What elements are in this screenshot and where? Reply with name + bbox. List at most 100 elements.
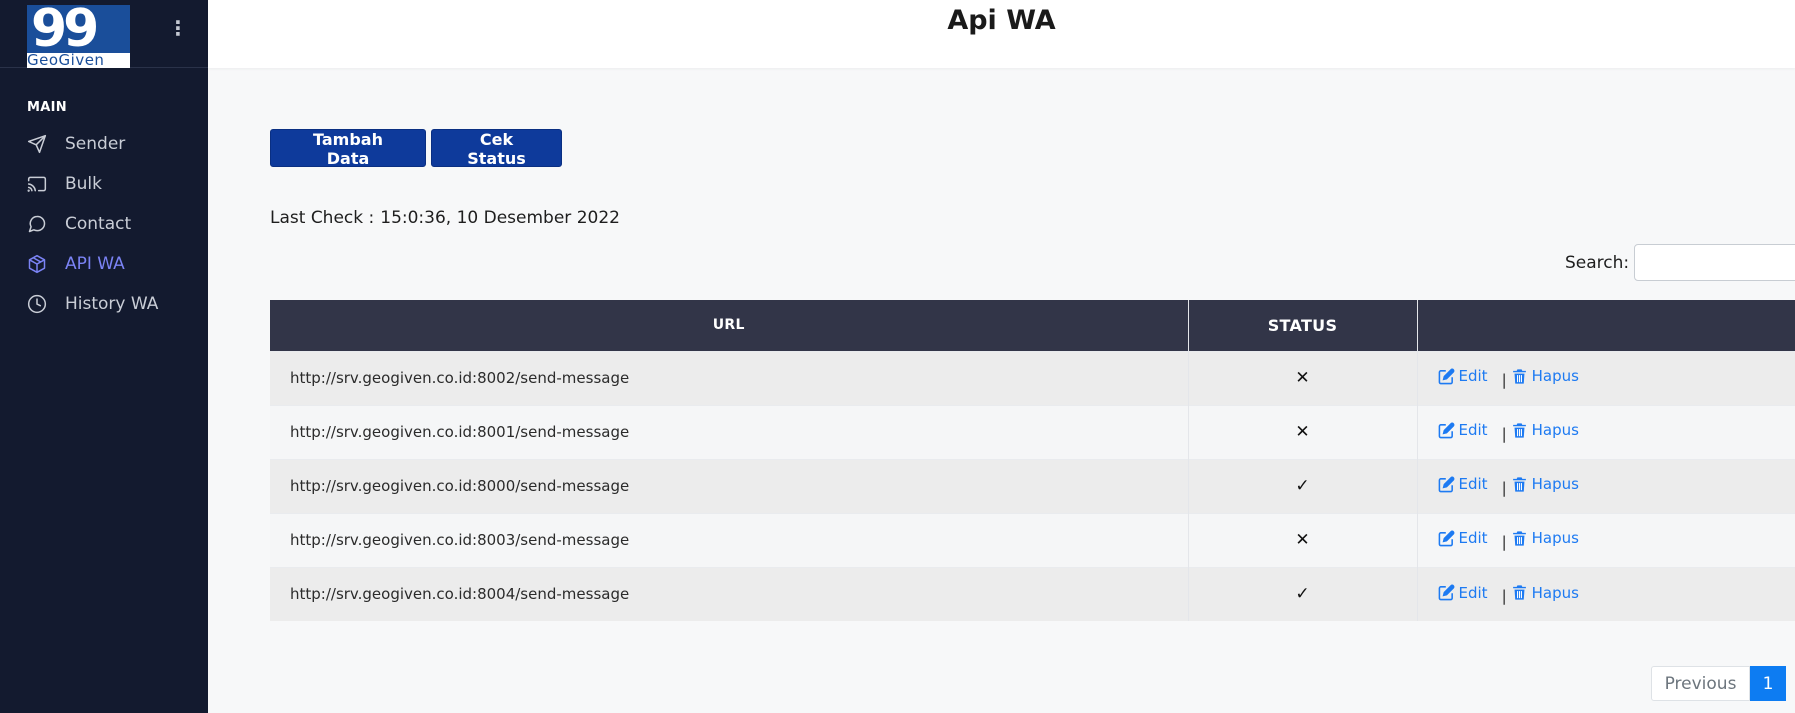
delete-link[interactable]: Hapus: [1511, 421, 1579, 439]
logo[interactable]: 99 GeoGiven: [27, 5, 130, 68]
delete-link[interactable]: Hapus: [1511, 367, 1579, 385]
action-cell: Edit | Hapus: [1417, 512, 1795, 567]
delete-label: Hapus: [1531, 529, 1579, 548]
sidebar-item-bulk[interactable]: Bulk: [0, 164, 208, 204]
action-cell: Edit | Hapus: [1417, 458, 1795, 513]
url-cell: http://srv.geogiven.co.id:8002/send-mess…: [270, 350, 1189, 405]
status-cell: ✓: [1188, 458, 1418, 513]
last-check-value: 15:0:36, 10 Desember 2022: [380, 208, 620, 228]
sidebar: 99 GeoGiven ⋮ MAIN Sender Bulk Contact A…: [0, 0, 208, 713]
action-cell: Edit | Hapus: [1417, 350, 1795, 405]
send-icon: [27, 134, 47, 154]
cast-icon: [27, 174, 47, 194]
edit-link[interactable]: Edit: [1438, 529, 1488, 547]
check-status-button[interactable]: Cek Status: [431, 129, 562, 168]
sidebar-section-title: MAIN: [27, 100, 67, 115]
edit-link[interactable]: Edit: [1438, 421, 1488, 439]
column-header-action: [1417, 300, 1795, 351]
delete-label: Hapus: [1531, 367, 1579, 386]
status-icon: ✓: [1295, 476, 1310, 496]
table-row: http://srv.geogiven.co.id:8002/send-mess…: [270, 350, 1795, 405]
sidebar-item-sender[interactable]: Sender: [0, 124, 208, 164]
delete-link[interactable]: Hapus: [1511, 529, 1579, 547]
column-header-url[interactable]: URL: [270, 300, 1189, 351]
delete-label: Hapus: [1531, 421, 1579, 440]
edit-label: Edit: [1458, 367, 1488, 386]
edit-label: Edit: [1458, 421, 1488, 440]
edit-icon: [1438, 476, 1454, 493]
edit-icon: [1438, 422, 1454, 439]
last-check-label: Last Check :: [270, 208, 375, 228]
logo-mark: 99: [31, 5, 99, 59]
table-row: http://srv.geogiven.co.id:8003/send-mess…: [270, 512, 1795, 567]
trash-icon: [1512, 531, 1526, 546]
edit-link[interactable]: Edit: [1438, 475, 1488, 493]
sidebar-item-label: Sender: [65, 134, 126, 154]
table-header-row: URL STATUS: [270, 300, 1795, 351]
more-options-icon[interactable]: ⋮: [168, 16, 188, 40]
message-circle-icon: [27, 214, 47, 234]
delete-link[interactable]: Hapus: [1511, 584, 1579, 602]
delete-label: Hapus: [1531, 583, 1579, 602]
page-title: Api WA: [947, 5, 1056, 36]
api-table: URL STATUS http://srv.geogiven.co.id:800…: [270, 300, 1795, 621]
sidebar-item-label: API WA: [65, 254, 125, 274]
edit-label: Edit: [1458, 583, 1488, 602]
trash-icon: [1512, 585, 1526, 600]
last-check-text: Last Check :15:0:36, 10 Desember 2022: [270, 208, 620, 228]
status-cell: ✕: [1188, 350, 1418, 405]
trash-icon: [1512, 369, 1526, 384]
sidebar-nav: Sender Bulk Contact API WA History WA: [0, 124, 208, 324]
previous-page-button[interactable]: Previous: [1651, 666, 1750, 701]
status-cell: ✕: [1188, 404, 1418, 459]
sidebar-item-contact[interactable]: Contact: [0, 204, 208, 244]
add-data-button[interactable]: Tambah Data: [270, 129, 426, 168]
sidebar-item-label: Contact: [65, 214, 132, 234]
edit-icon: [1438, 530, 1454, 547]
url-cell: http://srv.geogiven.co.id:8000/send-mess…: [270, 458, 1189, 513]
logo-text: GeoGiven: [27, 53, 105, 68]
status-icon: ✓: [1295, 584, 1310, 605]
column-header-status[interactable]: STATUS: [1188, 300, 1418, 351]
table-row: http://srv.geogiven.co.id:8004/send-mess…: [270, 566, 1795, 621]
separator: |: [1501, 478, 1507, 497]
edit-label: Edit: [1458, 529, 1488, 548]
table-row: http://srv.geogiven.co.id:8000/send-mess…: [270, 458, 1795, 513]
status-cell: ✕: [1188, 512, 1418, 567]
trash-icon: [1512, 477, 1526, 492]
brand: 99 GeoGiven ⋮: [0, 0, 208, 68]
edit-label: Edit: [1458, 475, 1488, 494]
separator: |: [1501, 424, 1507, 443]
box-icon: [27, 254, 47, 274]
sidebar-item-history-wa[interactable]: History WA: [0, 284, 208, 324]
status-icon: ✕: [1295, 368, 1310, 388]
edit-icon: [1438, 584, 1454, 601]
url-cell: http://srv.geogiven.co.id:8001/send-mess…: [270, 404, 1189, 459]
separator: |: [1501, 587, 1507, 605]
pagination: Previous 1: [1651, 666, 1786, 701]
search-label: Search:: [1565, 253, 1630, 273]
url-cell: http://srv.geogiven.co.id:8003/send-mess…: [270, 512, 1189, 567]
sidebar-item-api-wa[interactable]: API WA: [0, 244, 208, 284]
separator: |: [1501, 532, 1507, 551]
edit-icon: [1438, 368, 1454, 385]
topbar: Api WA: [208, 0, 1795, 68]
delete-label: Hapus: [1531, 475, 1579, 494]
search-input[interactable]: [1634, 244, 1795, 281]
edit-link[interactable]: Edit: [1438, 584, 1488, 602]
sidebar-item-label: History WA: [65, 294, 159, 314]
sidebar-item-label: Bulk: [65, 174, 103, 194]
url-cell: http://srv.geogiven.co.id:8004/send-mess…: [270, 566, 1189, 621]
table-row: http://srv.geogiven.co.id:8001/send-mess…: [270, 404, 1795, 459]
status-icon: ✕: [1295, 422, 1310, 442]
separator: |: [1501, 370, 1507, 389]
page-1-button[interactable]: 1: [1750, 666, 1786, 701]
status-cell: ✓: [1188, 566, 1418, 621]
action-cell: Edit | Hapus: [1417, 566, 1795, 621]
edit-link[interactable]: Edit: [1438, 367, 1488, 385]
trash-icon: [1512, 423, 1526, 438]
action-cell: Edit | Hapus: [1417, 404, 1795, 459]
clock-icon: [27, 294, 47, 314]
status-icon: ✕: [1295, 530, 1310, 550]
delete-link[interactable]: Hapus: [1511, 475, 1579, 493]
